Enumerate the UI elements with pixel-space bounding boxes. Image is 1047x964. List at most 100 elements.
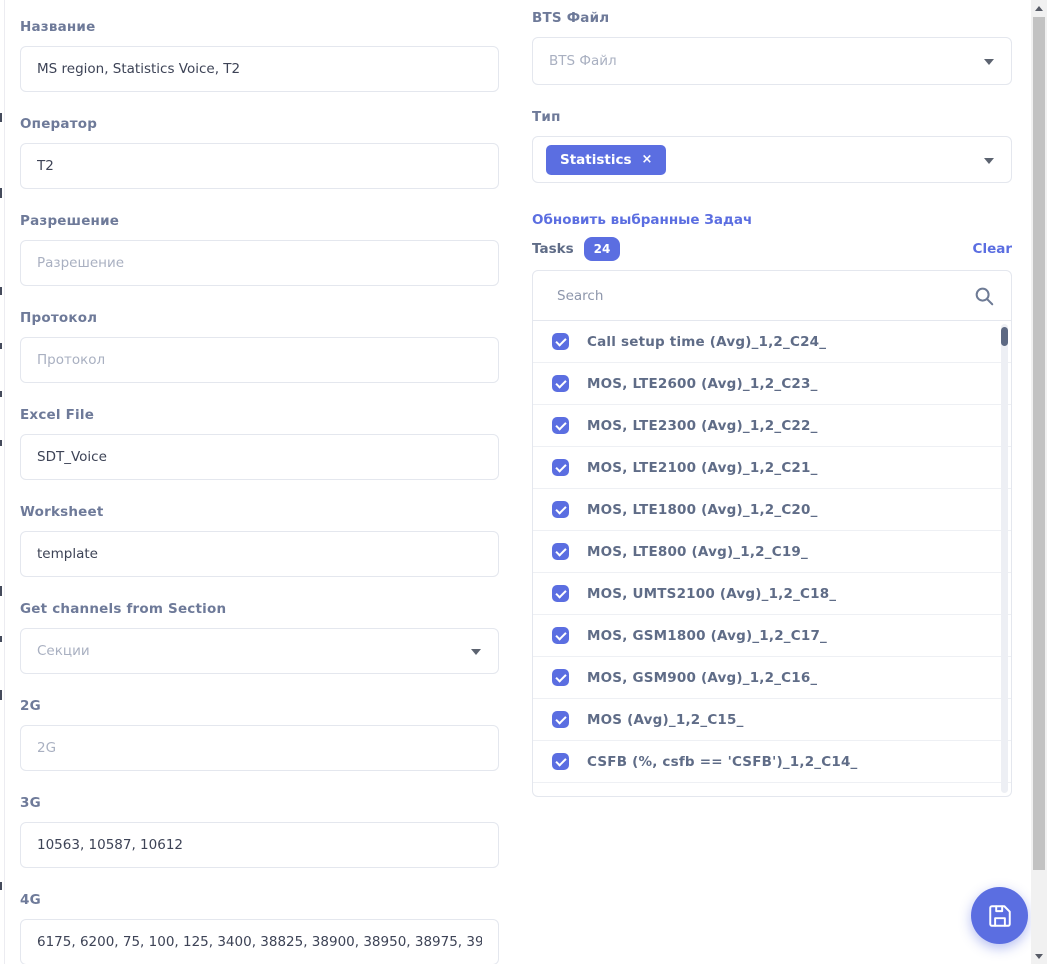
task-row[interactable]: CSFB (%, csfb == 'CSFB')_1,2_C14_ bbox=[533, 741, 1011, 783]
title-label: Название bbox=[20, 19, 499, 35]
task-list-scrollbar-thumb[interactable] bbox=[1001, 327, 1008, 346]
protocol-input-box bbox=[20, 337, 499, 383]
field-2g: 2G bbox=[20, 698, 499, 771]
background-artifact bbox=[0, 391, 2, 397]
task-label: Call setup time (Avg)_1,2_C24_ bbox=[587, 334, 826, 350]
task-label: MOS, GSM1800 (Avg)_1,2_C17_ bbox=[587, 628, 827, 644]
bts-file-placeholder: BTS Файл bbox=[549, 53, 617, 69]
chevron-down-icon bbox=[984, 158, 994, 164]
excel-file-label: Excel File bbox=[20, 407, 499, 423]
operator-input-box bbox=[20, 143, 499, 189]
field-worksheet: Worksheet bbox=[20, 504, 499, 577]
chevron-down-icon bbox=[471, 649, 481, 655]
type-tag-label: Statistics bbox=[560, 152, 632, 168]
background-artifact bbox=[0, 113, 2, 122]
task-row[interactable]: MOS, GSM1800 (Avg)_1,2_C17_ bbox=[533, 615, 1011, 657]
tasks-search-row bbox=[533, 271, 1011, 321]
checkbox-checked-icon[interactable] bbox=[552, 417, 569, 434]
3g-input[interactable] bbox=[37, 837, 482, 853]
remove-tag-icon[interactable]: × bbox=[642, 153, 653, 166]
checkbox-checked-icon[interactable] bbox=[552, 627, 569, 644]
tasks-title: Tasks bbox=[532, 241, 574, 257]
scroll-down-arrow-icon[interactable] bbox=[1031, 948, 1047, 964]
background-artifact bbox=[0, 636, 2, 642]
task-row[interactable]: MOS, LTE2300 (Avg)_1,2_C22_ bbox=[533, 405, 1011, 447]
field-excel-file: Excel File bbox=[20, 407, 499, 480]
chevron-down-icon bbox=[984, 59, 994, 65]
page-scrollbar[interactable] bbox=[1031, 0, 1047, 964]
panel-left-divider bbox=[4, 0, 5, 964]
task-row[interactable]: MOS, LTE1800 (Avg)_1,2_C20_ bbox=[533, 489, 1011, 531]
field-channels-section: Get channels from Section Секции bbox=[20, 601, 499, 674]
task-label: MOS, GSM900 (Avg)_1,2_C16_ bbox=[587, 670, 817, 686]
field-operator: Оператор bbox=[20, 116, 499, 189]
4g-label: 4G bbox=[20, 892, 499, 908]
search-icon bbox=[973, 285, 995, 307]
checkbox-checked-icon[interactable] bbox=[552, 543, 569, 560]
task-row[interactable]: MOS, LTE2100 (Avg)_1,2_C21_ bbox=[533, 447, 1011, 489]
field-3g: 3G bbox=[20, 795, 499, 868]
update-selected-tasks-link[interactable]: Обновить выбранные Задач bbox=[532, 212, 752, 228]
field-4g: 4G bbox=[20, 892, 499, 964]
task-label: MOS, LTE1800 (Avg)_1,2_C20_ bbox=[587, 502, 818, 518]
checkbox-checked-icon[interactable] bbox=[552, 753, 569, 770]
task-row[interactable]: MOS, GSM900 (Avg)_1,2_C16_ bbox=[533, 657, 1011, 699]
save-button[interactable] bbox=[971, 887, 1028, 944]
type-tag-statistics[interactable]: Statistics × bbox=[546, 145, 666, 175]
channels-section-label: Get channels from Section bbox=[20, 601, 499, 617]
field-protocol: Протокол bbox=[20, 310, 499, 383]
checkbox-checked-icon[interactable] bbox=[552, 669, 569, 686]
task-row[interactable]: MOS, LTE800 (Avg)_1,2_C19_ bbox=[533, 531, 1011, 573]
checkbox-checked-icon[interactable] bbox=[552, 711, 569, 728]
title-input-box bbox=[20, 46, 499, 92]
background-artifact bbox=[0, 343, 2, 349]
field-resolution: Разрешение bbox=[20, 213, 499, 286]
operator-input[interactable] bbox=[37, 158, 482, 174]
task-label: MOS, UMTS2100 (Avg)_1,2_C18_ bbox=[587, 586, 836, 602]
type-multiselect[interactable]: Statistics × bbox=[532, 136, 1012, 183]
protocol-label: Протокол bbox=[20, 310, 499, 326]
task-label: MOS (Avg)_1,2_C15_ bbox=[587, 712, 744, 728]
task-list-scrollbar-track[interactable] bbox=[1001, 324, 1008, 793]
save-floppy-icon bbox=[987, 903, 1013, 929]
task-row[interactable]: Call setup time (Avg)_1,2_C24_ bbox=[533, 321, 1011, 363]
task-label: MOS, LTE2100 (Avg)_1,2_C21_ bbox=[587, 460, 818, 476]
protocol-input[interactable] bbox=[37, 352, 482, 368]
resolution-input[interactable] bbox=[37, 255, 482, 271]
task-label: CSFB (%, csfb == 'CSFB')_1,2_C14_ bbox=[587, 754, 858, 770]
page-scrollbar-thumb[interactable] bbox=[1033, 17, 1045, 870]
operator-label: Оператор bbox=[20, 116, 499, 132]
tasks-header: Tasks 24 Clear bbox=[532, 237, 1012, 261]
task-label: MOS, LTE800 (Avg)_1,2_C19_ bbox=[587, 544, 808, 560]
type-label: Тип bbox=[532, 109, 1012, 125]
resolution-input-box bbox=[20, 240, 499, 286]
background-artifact bbox=[0, 287, 2, 295]
4g-input[interactable] bbox=[37, 934, 482, 950]
scroll-up-arrow-icon[interactable] bbox=[1031, 0, 1047, 16]
checkbox-checked-icon[interactable] bbox=[552, 501, 569, 518]
tasks-count-badge: 24 bbox=[584, 237, 621, 261]
task-row[interactable]: MOS, LTE2600 (Avg)_1,2_C23_ bbox=[533, 363, 1011, 405]
worksheet-label: Worksheet bbox=[20, 504, 499, 520]
resolution-label: Разрешение bbox=[20, 213, 499, 229]
title-input[interactable] bbox=[37, 61, 482, 77]
channels-section-select[interactable]: Секции bbox=[20, 628, 499, 674]
task-row[interactable]: MOS (Avg)_1,2_C15_ bbox=[533, 699, 1011, 741]
task-row[interactable]: MOS, UMTS2100 (Avg)_1,2_C18_ bbox=[533, 573, 1011, 615]
checkbox-checked-icon[interactable] bbox=[552, 459, 569, 476]
tasks-box: Call setup time (Avg)_1,2_C24_ MOS, LTE2… bbox=[532, 270, 1012, 797]
checkbox-checked-icon[interactable] bbox=[552, 585, 569, 602]
tasks-search-input[interactable] bbox=[557, 288, 965, 304]
4g-input-box bbox=[20, 919, 499, 964]
2g-input[interactable] bbox=[37, 740, 482, 756]
clear-tasks-link[interactable]: Clear bbox=[973, 241, 1012, 257]
bts-file-select[interactable]: BTS Файл bbox=[532, 37, 1012, 85]
excel-file-input[interactable] bbox=[37, 449, 482, 465]
bts-file-label: BTS Файл bbox=[532, 10, 1012, 26]
checkbox-checked-icon[interactable] bbox=[552, 333, 569, 350]
background-artifact bbox=[0, 586, 2, 596]
background-artifact bbox=[0, 690, 2, 700]
worksheet-input[interactable] bbox=[37, 546, 482, 562]
checkbox-checked-icon[interactable] bbox=[552, 375, 569, 392]
task-label: MOS, LTE2600 (Avg)_1,2_C23_ bbox=[587, 376, 818, 392]
